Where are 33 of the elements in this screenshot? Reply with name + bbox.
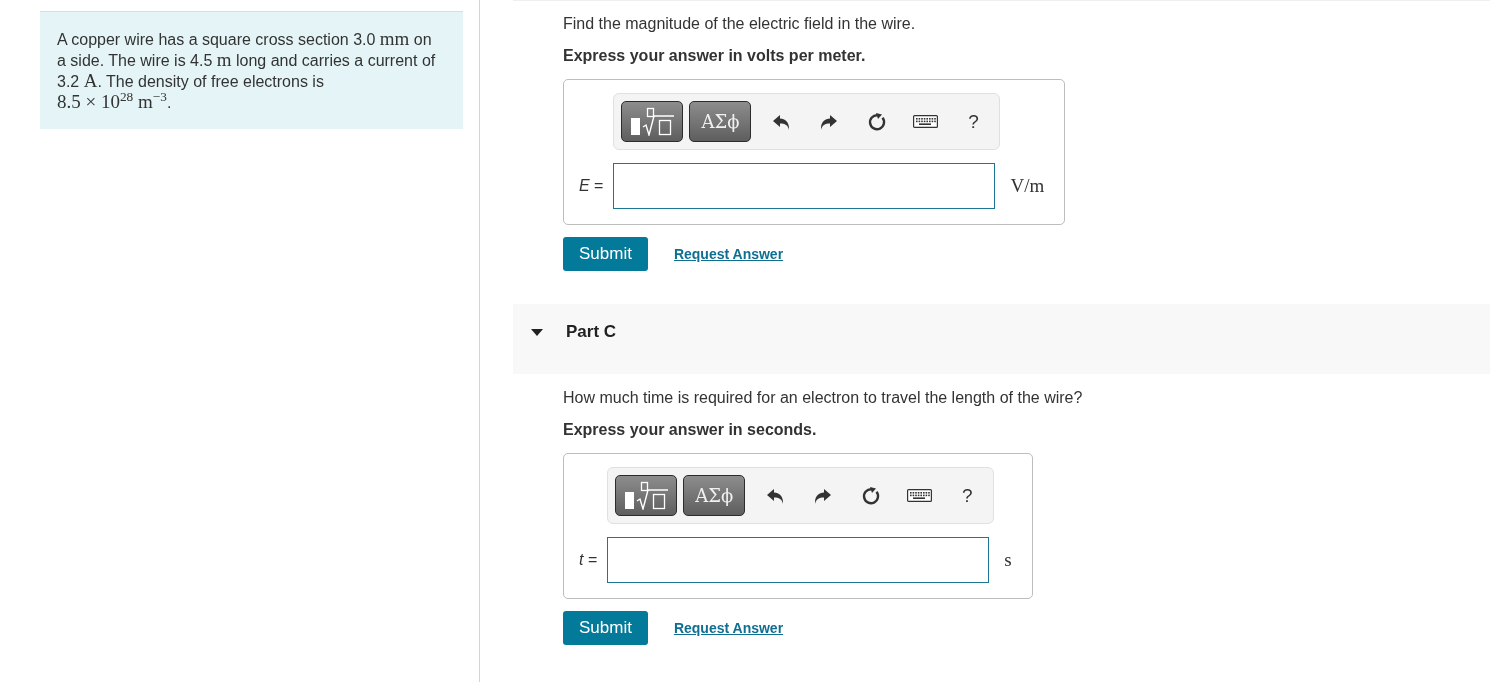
- keyboard-icon: [912, 115, 938, 128]
- reset-icon: [861, 485, 882, 506]
- answer-field[interactable]: [607, 537, 990, 583]
- radical-template-icon: [623, 481, 669, 510]
- unit-label: s: [1004, 549, 1012, 571]
- problem-statement: A copper wire has a square cross section 3.0 mm on a side. The wire is 4.5 m long and carries a current of 3.2 A. The density of free electrons is 8.5 × 10$^{28}$ m$^{−3}$.: [57, 29, 437, 113]
- undo-icon: [767, 487, 784, 504]
- help-button[interactable]: ?: [949, 106, 998, 137]
- part-title: Part C: [566, 322, 617, 342]
- redo-icon: [815, 487, 832, 504]
- variable-label: E =: [578, 177, 604, 195]
- answer-instruction: Express your answer in volts per meter.: [563, 46, 867, 66]
- symbols-button[interactable]: ΑΣϕ: [683, 475, 746, 516]
- unit-label: V/m: [1010, 175, 1045, 197]
- request-answer-link[interactable]: Request Answer: [673, 246, 784, 262]
- answer-instruction: Express your answer in seconds.: [563, 420, 818, 440]
- undo-icon: [773, 113, 790, 130]
- radical-template-icon: [629, 107, 675, 136]
- keyboard-icon: [906, 489, 932, 502]
- question-text: Find the magnitude of the electric field in the wire.: [563, 14, 917, 34]
- symbols-button[interactable]: ΑΣϕ: [689, 101, 752, 142]
- answer-field[interactable]: [613, 163, 996, 209]
- question-text: How much time is required for an electron to travel the length of the wire?: [563, 388, 1084, 408]
- help-button[interactable]: ?: [943, 480, 992, 511]
- templates-button[interactable]: [615, 475, 678, 516]
- templates-button[interactable]: [621, 101, 684, 142]
- redo-icon: [821, 113, 838, 130]
- variable-label: t =: [578, 551, 598, 569]
- submit-button[interactable]: Submit: [563, 611, 648, 645]
- part-header[interactable]: Part C: [513, 304, 1490, 374]
- reset-icon: [867, 111, 888, 132]
- request-answer-link[interactable]: Request Answer: [673, 620, 784, 636]
- submit-button[interactable]: Submit: [563, 237, 648, 271]
